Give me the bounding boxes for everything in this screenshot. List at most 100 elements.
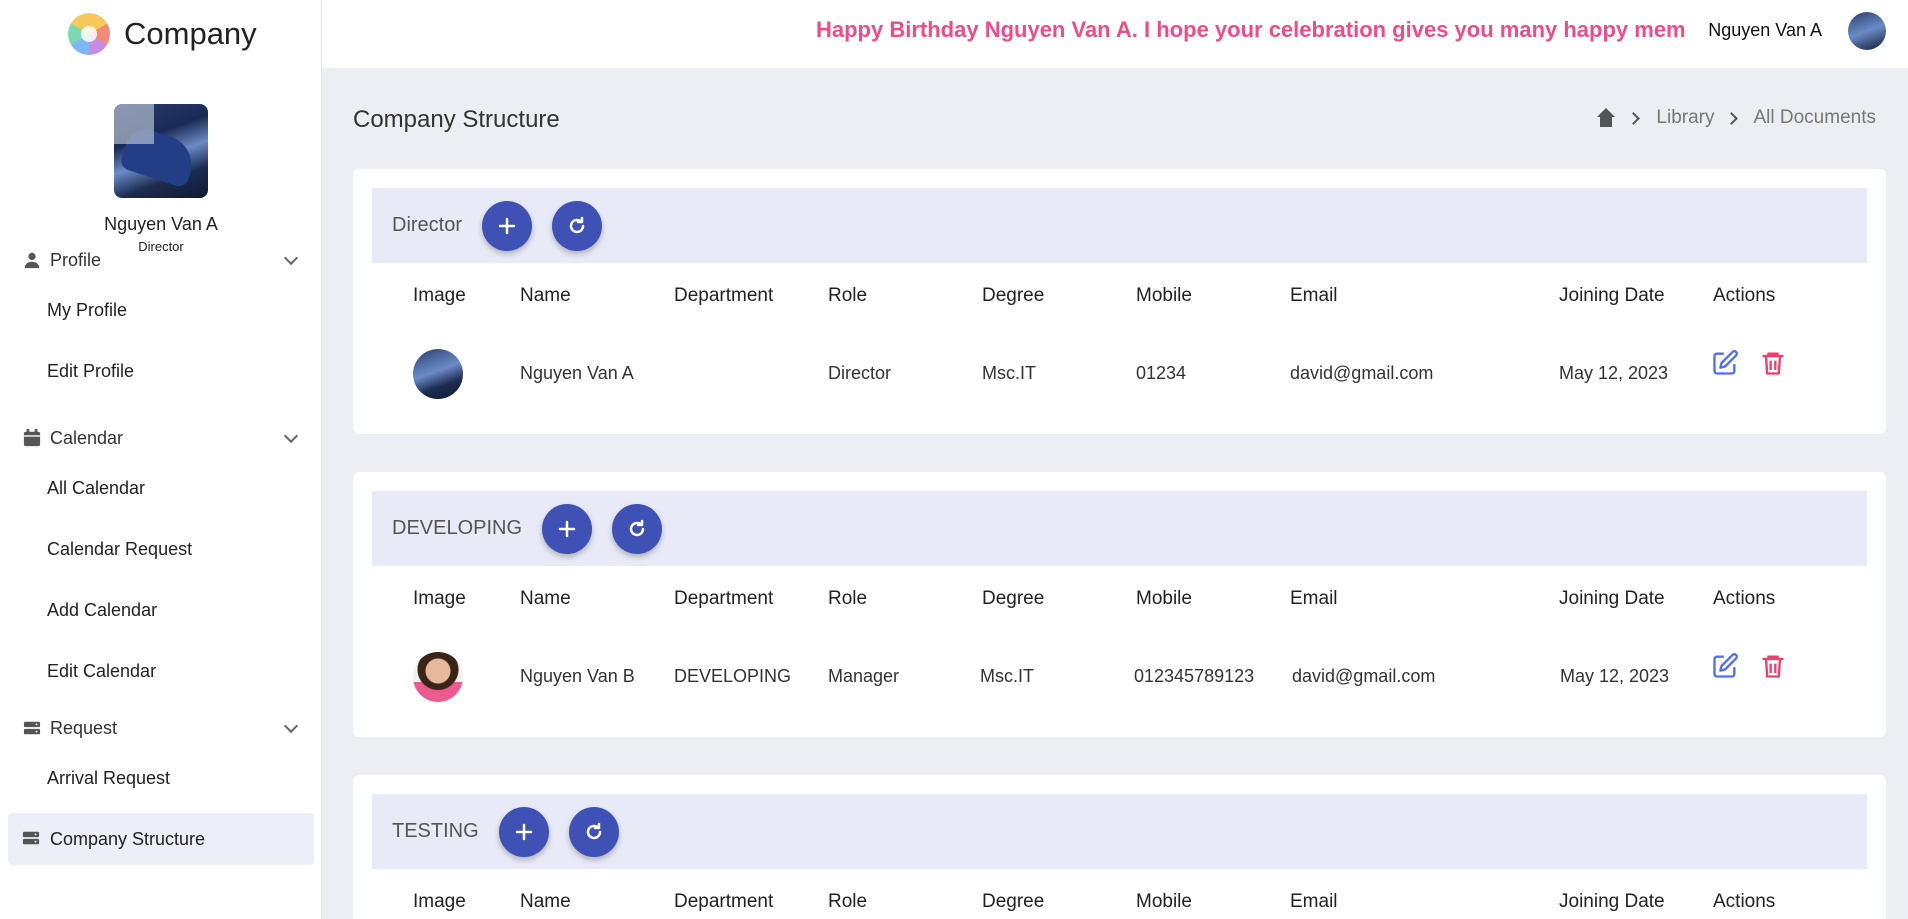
employee-avatar — [413, 349, 463, 399]
sidebar: Company Nguyen Van A Director Profile My… — [0, 0, 322, 919]
column-header: Joining Date — [1559, 891, 1665, 912]
chevron-right-icon — [1627, 111, 1641, 125]
user-photo — [114, 104, 208, 198]
add-button[interactable] — [498, 806, 549, 857]
birthday-marquee: Happy Birthday Nguyen Van A. I hope your… — [816, 17, 1686, 42]
edit-button[interactable] — [1711, 652, 1741, 682]
cell-degree: Msc.IT — [980, 666, 1034, 686]
delete-button[interactable] — [1759, 349, 1789, 379]
brand-name: Company — [124, 16, 257, 51]
column-header: Degree — [982, 588, 1045, 609]
plus-icon — [558, 520, 576, 537]
breadcrumb-item-library[interactable]: Library — [1656, 107, 1714, 129]
refresh-button[interactable] — [552, 200, 603, 251]
column-header: Role — [828, 285, 868, 306]
refresh-button[interactable] — [568, 806, 619, 857]
column-header: Mobile — [1136, 588, 1192, 609]
column-header: Name — [520, 285, 571, 306]
column-header: Degree — [982, 891, 1045, 912]
edit-icon — [1713, 350, 1738, 375]
column-header: Department — [674, 891, 774, 912]
cell-mobile: 012345789123 — [1134, 666, 1255, 686]
column-header: Joining Date — [1559, 588, 1665, 609]
section-card-developing: DEVELOPING Image Name Department Role De… — [353, 472, 1886, 737]
company-logo-icon — [68, 13, 110, 55]
brand[interactable]: Company — [0, 0, 321, 68]
column-header: Actions — [1713, 285, 1776, 306]
menu-group-calendar[interactable]: Calendar — [0, 418, 321, 458]
sidebar-item-company-structure[interactable]: Company Structure — [8, 813, 314, 865]
edit-button[interactable] — [1711, 349, 1741, 379]
delete-button[interactable] — [1759, 652, 1789, 682]
column-header: Role — [828, 891, 868, 912]
column-header: Actions — [1713, 588, 1776, 609]
cell-degree: Msc.IT — [982, 363, 1036, 383]
column-header: Name — [520, 588, 571, 609]
cell-joining-date: May 12, 2023 — [1559, 363, 1669, 383]
cell-joining-date: May 12, 2023 — [1560, 666, 1670, 686]
chevron-right-icon — [1724, 111, 1738, 125]
breadcrumb: Library All Documents — [1595, 107, 1876, 129]
column-header: Email — [1290, 891, 1338, 912]
sidebar-item-label: Company Structure — [50, 828, 206, 849]
sidebar-item-arrival-request[interactable]: Arrival Request — [0, 748, 321, 809]
section-card-director: Director Image Name Department Role Degr… — [353, 169, 1886, 434]
calendar-icon — [22, 428, 42, 448]
column-header: Email — [1290, 285, 1338, 306]
sidebar-item-calendar-request[interactable]: Calendar Request — [0, 519, 321, 580]
employee-avatar — [413, 652, 463, 702]
trash-icon — [1762, 655, 1784, 678]
sidebar-menu: Profile My Profile Edit Profile Calendar… — [0, 244, 321, 865]
menu-group-profile[interactable]: Profile — [0, 240, 321, 280]
column-header: Joining Date — [1559, 285, 1665, 306]
plus-icon — [498, 217, 516, 234]
menu-group-label: Calendar — [50, 427, 124, 448]
section-title: DEVELOPING — [392, 517, 523, 539]
column-header: Mobile — [1136, 891, 1192, 912]
section-header: Director — [372, 188, 1867, 263]
menu-group-request[interactable]: Request — [0, 708, 321, 748]
cell-department: DEVELOPING — [674, 666, 792, 686]
cell-email: david@gmail.com — [1292, 666, 1436, 686]
sidebar-item-edit-calendar[interactable]: Edit Calendar — [0, 641, 321, 702]
chevron-down-icon[interactable] — [283, 250, 299, 266]
menu-group-label: Request — [50, 717, 118, 738]
section-title: TESTING — [392, 820, 479, 842]
top-header: Happy Birthday Nguyen Van A. I hope your… — [322, 0, 1908, 68]
cell-name: Nguyen Van A — [520, 363, 634, 383]
column-header: Image — [413, 285, 466, 306]
section-header: DEVELOPING — [372, 491, 1867, 566]
header-user-name[interactable]: Nguyen Van A — [1708, 20, 1822, 41]
column-header: Degree — [982, 285, 1045, 306]
plus-icon — [515, 823, 532, 840]
edit-icon — [1713, 653, 1738, 678]
breadcrumb-item-all-documents: All Documents — [1753, 107, 1877, 128]
refresh-button[interactable] — [612, 503, 663, 554]
column-header: Role — [828, 588, 868, 609]
cell-role: Manager — [828, 666, 900, 686]
server-icon — [22, 829, 42, 849]
server-icon — [22, 718, 42, 738]
sidebar-user-name: Nguyen Van A — [104, 214, 218, 234]
header-avatar[interactable] — [1848, 12, 1886, 50]
column-header: Image — [413, 588, 466, 609]
page-title: Company Structure — [353, 106, 560, 133]
sidebar-item-edit-profile[interactable]: Edit Profile — [0, 341, 321, 402]
column-header: Department — [674, 588, 774, 609]
sidebar-item-all-calendar[interactable]: All Calendar — [0, 458, 321, 519]
chevron-down-icon[interactable] — [283, 428, 299, 444]
sidebar-item-add-calendar[interactable]: Add Calendar — [0, 580, 321, 641]
column-header: Email — [1290, 588, 1338, 609]
column-header: Department — [674, 285, 774, 306]
refresh-icon — [586, 822, 601, 839]
add-button[interactable] — [482, 200, 533, 251]
home-icon[interactable] — [1595, 108, 1617, 128]
column-header: Mobile — [1136, 285, 1192, 306]
column-header: Name — [520, 891, 571, 912]
chevron-down-icon[interactable] — [283, 718, 299, 734]
refresh-icon — [569, 216, 585, 233]
cell-name: Nguyen Van B — [520, 666, 635, 686]
sidebar-item-my-profile[interactable]: My Profile — [0, 280, 321, 341]
add-button[interactable] — [542, 503, 593, 554]
section-header: TESTING — [372, 794, 1867, 869]
